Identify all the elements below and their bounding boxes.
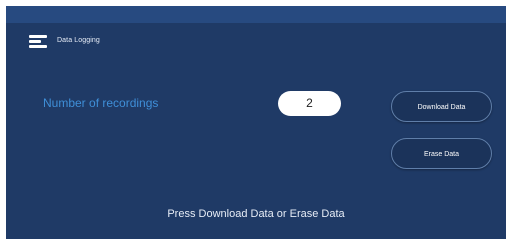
menu-icon-line	[29, 45, 47, 48]
data-logging-screen: Data Logging Number of recordings 2 Down…	[6, 6, 506, 239]
hamburger-menu-icon[interactable]	[29, 35, 47, 49]
menu-icon-line	[29, 35, 47, 38]
recordings-count-value: 2	[278, 91, 341, 116]
status-message: Press Download Data or Erase Data	[167, 208, 345, 220]
top-bar	[6, 6, 506, 23]
download-data-button[interactable]: Download Data	[391, 91, 492, 122]
recordings-count-label: Number of recordings	[43, 96, 159, 110]
erase-data-button[interactable]: Erase Data	[391, 138, 492, 169]
menu-icon-line	[29, 40, 41, 43]
page-title: Data Logging	[57, 37, 100, 44]
